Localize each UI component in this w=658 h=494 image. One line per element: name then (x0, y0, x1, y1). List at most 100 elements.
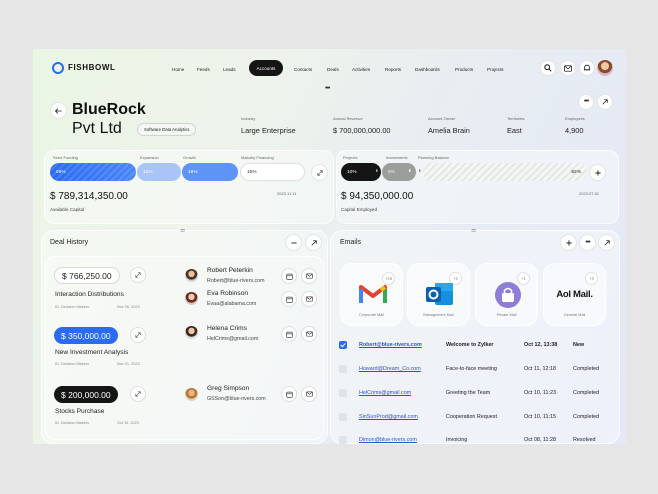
mail-icon (305, 273, 313, 279)
email-sender[interactable]: HelCrims@gmail.com (359, 390, 411, 396)
deal-expand-button[interactable] (130, 267, 146, 283)
deal-subtitle: ID, Decision Makers (55, 362, 89, 366)
capital-expand-button[interactable] (311, 164, 328, 181)
mail-provider-name: Management Mail (423, 313, 454, 317)
account-expand-button[interactable] (597, 94, 613, 110)
expand-icon (316, 169, 323, 176)
email-button[interactable] (301, 268, 317, 284)
more-icon[interactable]: ••• (325, 85, 330, 92)
contact-email: Robert@blue-rivers.com (207, 278, 265, 284)
deal-title: Interaction Distributions (55, 291, 124, 298)
search-button[interactable] (540, 60, 556, 76)
row-checkbox[interactable] (339, 341, 347, 349)
planning-balance-label: Planning Balance (418, 155, 450, 160)
collapse-button[interactable] (285, 234, 302, 251)
projects-label: Projects (343, 155, 358, 160)
email-status: New (573, 342, 585, 348)
deal-amount[interactable]: $ 350,000.00 (54, 327, 118, 344)
drag-handle-icon[interactable]: ••• (373, 169, 379, 171)
email-status: Resolved (573, 437, 596, 443)
nav-accounts[interactable]: Accounts (249, 60, 283, 76)
revenue-value: $ 700,000,000.00 (333, 126, 391, 135)
outlook-icon (426, 283, 453, 305)
nav-projects[interactable]: Projects (487, 67, 504, 72)
aol-mail-logo: Aol Mail. (556, 289, 593, 300)
email-subject: Cooperation Request (446, 414, 497, 420)
add-segment-button[interactable] (589, 164, 606, 181)
projects-segment[interactable]: 10% (341, 163, 381, 181)
mail-button[interactable] (560, 60, 576, 76)
app-logo: FISHBOWL (68, 63, 116, 72)
nav-dashboards[interactable]: Dashboards (415, 67, 440, 72)
row-checkbox[interactable] (339, 436, 347, 444)
nav-activities[interactable]: Activities (352, 67, 370, 72)
contact-name: Helena Crims (207, 325, 247, 332)
nav-deals[interactable]: Deals (327, 67, 339, 72)
email-button[interactable] (301, 326, 317, 342)
drag-handle-icon[interactable]: ••• (406, 169, 412, 171)
email-date: Oct 11, 12:18 (524, 366, 556, 372)
row-checkbox[interactable] (339, 389, 347, 397)
employees-label: Employees (565, 116, 585, 121)
mail-icon (305, 296, 313, 302)
logo-icon (52, 62, 64, 74)
seed-funding-segment[interactable]: 56% (50, 163, 136, 181)
email-sender[interactable]: Howard@Dream_Co.com (359, 366, 421, 372)
more-icon: ••• (585, 238, 590, 246)
mail-icon (564, 64, 572, 72)
drag-handle-icon[interactable]: ••• (416, 169, 422, 171)
expansion-segment[interactable]: 12% (137, 163, 181, 181)
row-checkbox[interactable] (339, 365, 347, 373)
calendar-button[interactable] (281, 291, 297, 307)
industry-tag: Software Data Analytics (137, 123, 197, 136)
nav-products[interactable]: Products (455, 67, 473, 72)
mail-provider-tile[interactable]: +2 Management Mail (407, 263, 470, 326)
arrow-left-icon (55, 107, 62, 114)
deal-expand-button[interactable] (130, 386, 146, 402)
mail-provider-tile[interactable]: +16 Corporate Mail (340, 263, 403, 326)
arrow-up-right-icon (603, 239, 610, 246)
deal-amount[interactable]: $ 200,000.00 (54, 386, 118, 403)
nav-home[interactable]: Home (172, 67, 184, 72)
add-email-button[interactable] (560, 234, 577, 251)
row-checkbox[interactable] (339, 413, 347, 421)
mail-provider-tile[interactable]: +1 Private Mail (475, 263, 538, 326)
email-sender[interactable]: Robert@blue-rivers.com (359, 342, 422, 348)
deal-expand-button[interactable] (130, 327, 146, 343)
calendar-button[interactable] (281, 326, 297, 342)
email-button[interactable] (301, 291, 317, 307)
email-date: Oct 10, 11:23 (524, 390, 556, 396)
investments-segment[interactable]: 8% (382, 163, 416, 181)
planning-balance-segment[interactable]: 82% (422, 163, 587, 181)
growth-label: Growth (183, 155, 196, 160)
capital-employed-card (336, 150, 619, 224)
mail-provider-name: Corporate Mail (359, 313, 384, 317)
calendar-button[interactable] (281, 386, 297, 402)
deal-expand-button[interactable] (305, 234, 322, 251)
maturity-segment[interactable]: 16% (240, 163, 305, 181)
user-avatar[interactable] (597, 60, 613, 76)
mail-provider-tile[interactable]: +3 Aol Mail. General Mail (543, 263, 606, 326)
nav-reports[interactable]: Reports (385, 67, 401, 72)
growth-segment[interactable]: 16% (182, 163, 238, 181)
avatar (185, 269, 198, 282)
emails-title: Emails (340, 239, 362, 246)
expand-icon (135, 272, 141, 278)
notifications-button[interactable] (579, 60, 595, 76)
nav-feeds[interactable]: Feeds (197, 67, 210, 72)
email-sender[interactable]: SinSunProd@gmail.com (359, 414, 418, 420)
email-button[interactable] (301, 386, 317, 402)
nav-leads[interactable]: Leads (223, 67, 236, 72)
emails-more-button[interactable]: ••• (579, 234, 596, 251)
emails-expand-button[interactable] (598, 234, 615, 251)
email-sender[interactable]: Dimon@blue-rivers.com (359, 437, 417, 443)
deal-date: Oct 16, 2023 (117, 421, 139, 425)
deal-amount[interactable]: $ 766,250.00 (54, 267, 120, 284)
calendar-button[interactable] (281, 268, 297, 284)
deal-title: New Investment Analysis (55, 349, 129, 356)
back-button[interactable] (50, 102, 67, 119)
nav-contacts[interactable]: Contacts (294, 67, 312, 72)
deal-date: Nov 21, 2023 (117, 362, 140, 366)
account-more-button[interactable]: ••• (578, 94, 594, 110)
email-subject: Welcome to Zylker (446, 342, 494, 348)
